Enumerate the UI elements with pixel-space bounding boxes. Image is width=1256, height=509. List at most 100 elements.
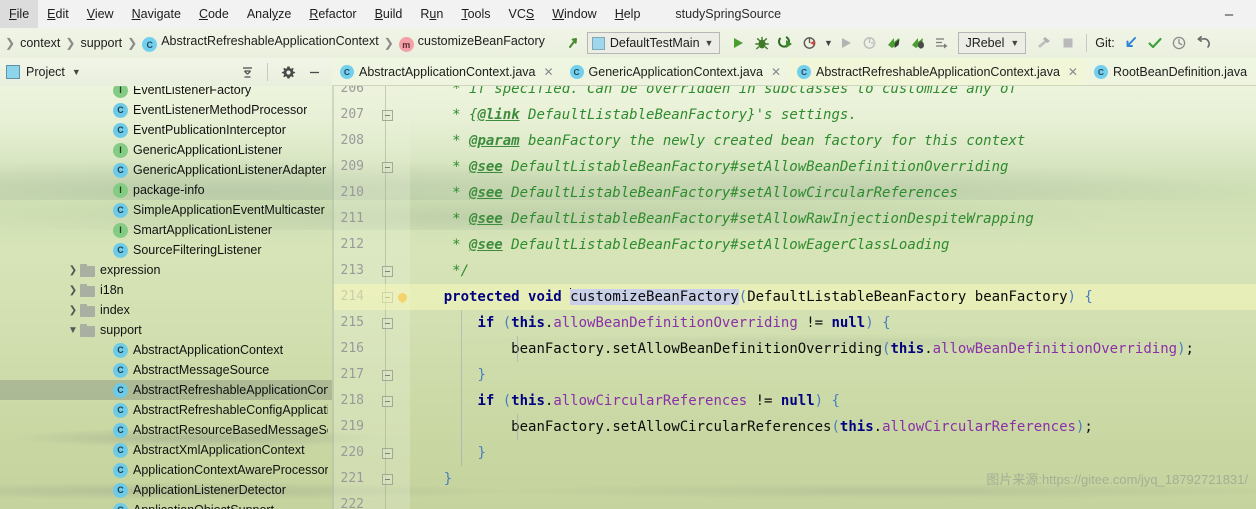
code-fold-handle[interactable] <box>380 362 394 388</box>
chevron-right-icon[interactable]: ❯ <box>66 305 80 316</box>
code-line[interactable] <box>410 492 1256 509</box>
navigate-up-icon[interactable] <box>563 31 587 55</box>
tree-item[interactable]: C AbstractMessageSource <box>0 360 332 380</box>
editor-tab[interactable]: C RootBeanDefinition.java <box>1086 58 1255 85</box>
menu-item-build[interactable]: Build <box>366 0 412 28</box>
run-with-coverage-icon[interactable] <box>774 31 798 55</box>
code-content[interactable]: * if specified. Can be overridden in sub… <box>334 86 1256 509</box>
tree-item[interactable]: C SimpleApplicationEventMulticaster <box>0 200 332 220</box>
code-line[interactable]: beanFactory.setAllowCircularReferences(t… <box>410 414 1256 440</box>
code-line[interactable]: * @see DefaultListableBeanFactory#setAll… <box>410 206 1256 232</box>
build-icon[interactable] <box>1032 31 1056 55</box>
chevron-down-icon[interactable]: ▼ <box>72 67 81 77</box>
minimize-icon[interactable]: – <box>1216 0 1242 28</box>
profile-dropdown-icon[interactable]: ▼ <box>822 31 834 55</box>
code-line[interactable]: } <box>410 362 1256 388</box>
tree-item[interactable]: ❯ index <box>0 300 332 320</box>
tree-item[interactable]: ❯ expression <box>0 260 332 280</box>
menu-item-refactor[interactable]: Refactor <box>300 0 365 28</box>
code-fold-handle[interactable] <box>380 102 394 128</box>
code-fold-handle[interactable] <box>380 154 394 180</box>
tree-item[interactable]: C ApplicationObjectSupport <box>0 500 332 509</box>
jrebel-debug-icon[interactable] <box>906 31 930 55</box>
gear-icon[interactable] <box>276 60 300 84</box>
menu-item-tools[interactable]: Tools <box>452 0 499 28</box>
tree-item[interactable]: C AbstractApplicationContext <box>0 340 332 360</box>
close-icon[interactable]: ✕ <box>1068 65 1078 79</box>
menu-item-edit[interactable]: Edit <box>38 0 78 28</box>
menu-item-analyze[interactable]: Analyze <box>238 0 300 28</box>
code-fold-handle[interactable] <box>380 258 394 284</box>
menu-item-vcs[interactable]: VCS <box>500 0 544 28</box>
code-fold-handle[interactable] <box>380 388 394 414</box>
code-line[interactable]: * @see DefaultListableBeanFactory#setAll… <box>410 154 1256 180</box>
tree-item[interactable]: C ApplicationContextAwareProcessor <box>0 460 332 480</box>
rollback-icon[interactable] <box>1191 31 1215 55</box>
tree-item[interactable]: C ApplicationListenerDetector <box>0 480 332 500</box>
attach-profiler-icon[interactable] <box>858 31 882 55</box>
code-fold-handle[interactable] <box>380 310 394 336</box>
tree-item[interactable]: C SourceFilteringListener <box>0 240 332 260</box>
jrebel-run-icon[interactable] <box>882 31 906 55</box>
update-project-icon[interactable] <box>1119 31 1143 55</box>
code-fold-handle[interactable] <box>380 440 394 466</box>
chevron-right-icon[interactable]: ❯ <box>66 285 80 296</box>
code-line[interactable]: if (this.allowCircularReferences != null… <box>410 388 1256 414</box>
editor-tab[interactable]: C AbstractRefreshableApplicationContext.j… <box>789 58 1086 85</box>
stop-icon[interactable] <box>1056 31 1080 55</box>
commit-icon[interactable] <box>1143 31 1167 55</box>
debug-icon[interactable] <box>750 31 774 55</box>
breadcrumb-item[interactable]: support <box>80 36 122 50</box>
code-line[interactable]: } <box>410 440 1256 466</box>
menu-item-run[interactable]: Run <box>411 0 452 28</box>
profile-icon[interactable] <box>798 31 822 55</box>
menu-item-help[interactable]: Help <box>606 0 650 28</box>
rerun-icon[interactable] <box>834 31 858 55</box>
menu-item-window[interactable]: Window <box>543 0 605 28</box>
code-line[interactable]: * @see DefaultListableBeanFactory#setAll… <box>410 232 1256 258</box>
menu-item-file[interactable]: File <box>0 0 39 28</box>
tree-item[interactable]: Ipackage-info <box>0 180 332 200</box>
jrebel-selector[interactable]: JRebel ▼ <box>958 32 1027 54</box>
code-line[interactable]: beanFactory.setAllowBeanDefinitionOverri… <box>410 336 1256 362</box>
history-icon[interactable] <box>1167 31 1191 55</box>
code-line[interactable]: * {@link DefaultListableBeanFactory}'s s… <box>410 102 1256 128</box>
code-line[interactable]: protected void customizeBeanFactory(Defa… <box>410 284 1256 310</box>
tree-item[interactable]: C AbstractRefreshableConfigApplicationCon… <box>0 400 332 420</box>
close-icon[interactable]: ✕ <box>771 65 781 79</box>
menu-item-view[interactable]: View <box>78 0 123 28</box>
run-icon[interactable] <box>726 31 750 55</box>
jrebel-more-icon[interactable] <box>930 31 954 55</box>
tree-item[interactable]: I GenericApplicationListener <box>0 140 332 160</box>
code-line[interactable]: * @see DefaultListableBeanFactory#setAll… <box>410 180 1256 206</box>
code-line[interactable]: */ <box>410 258 1256 284</box>
tree-item[interactable]: ❯ i18n <box>0 280 332 300</box>
code-editor[interactable]: 2062072082092102112122132142152162172182… <box>334 86 1256 509</box>
chevron-down-icon[interactable]: ▼ <box>66 325 80 336</box>
close-icon[interactable]: ✕ <box>543 65 553 79</box>
breadcrumb-item[interactable]: m customizeBeanFactory <box>398 34 545 53</box>
collapse-all-icon[interactable] <box>235 60 259 84</box>
editor-tab[interactable]: C GenericApplicationContext.java ✕ <box>562 58 789 85</box>
code-line[interactable]: * if specified. Can be overridden in sub… <box>410 86 1256 102</box>
chevron-right-icon[interactable]: ❯ <box>66 265 80 276</box>
tree-item[interactable]: C GenericApplicationListenerAdapter <box>0 160 332 180</box>
menu-item-code[interactable]: Code <box>190 0 238 28</box>
code-fold-handle[interactable] <box>380 466 394 492</box>
tree-item[interactable]: C AbstractRefreshableApplicationContext <box>0 380 332 400</box>
tree-item[interactable]: C AbstractResourceBasedMessageSource <box>0 420 332 440</box>
run-configuration-selector[interactable]: DefaultTestMain ▼ <box>586 32 721 54</box>
tree-item[interactable]: C AbstractXmlApplicationContext <box>0 440 332 460</box>
hide-icon[interactable] <box>302 60 326 84</box>
breadcrumb-item[interactable]: context <box>20 36 60 50</box>
code-line[interactable]: * @param beanFactory the newly created b… <box>410 128 1256 154</box>
tree-item[interactable]: I SmartApplicationListener <box>0 220 332 240</box>
tree-item[interactable]: I EventListenerFactory <box>0 86 332 100</box>
code-line[interactable]: if (this.allowBeanDefinitionOverriding !… <box>410 310 1256 336</box>
breadcrumb-item[interactable]: C AbstractRefreshableApplicationContext <box>142 34 379 53</box>
tree-item[interactable]: ▼ support <box>0 320 332 340</box>
tree-item[interactable]: C EventListenerMethodProcessor <box>0 100 332 120</box>
editor-tab[interactable]: C AbstractApplicationContext.java ✕ <box>332 58 562 85</box>
tree-item[interactable]: C EventPublicationInterceptor <box>0 120 332 140</box>
menu-item-navigate[interactable]: Navigate <box>123 0 190 28</box>
